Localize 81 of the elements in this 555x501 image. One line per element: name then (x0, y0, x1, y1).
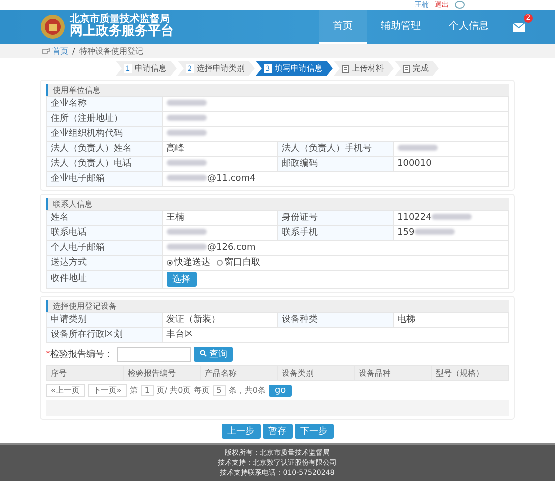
select-button[interactable]: 选择 (166, 272, 196, 287)
site-title: 网上政务服务平台 (70, 25, 174, 40)
document-icon (342, 64, 349, 72)
breadcrumb-current: 特种设备使用登记 (79, 46, 144, 56)
field-label: 收件地址 (46, 270, 162, 288)
step-button[interactable]: 上一步 (222, 424, 260, 439)
masked-text (166, 229, 206, 236)
query-button[interactable]: 查询 (194, 347, 234, 362)
field-label: 身份证号 (278, 210, 393, 226)
field-label: 企业名称 (46, 96, 162, 112)
field-value: 发证（新装） (162, 312, 278, 328)
section-title: 使用单位信息 (46, 84, 509, 96)
column-header: 产品名称 (200, 366, 278, 380)
column-header: 设备品种 (354, 366, 432, 380)
search-label: *检验报告编号： (46, 348, 114, 361)
column-header: 设备类别 (278, 366, 354, 380)
field-label: 联系电话 (46, 226, 162, 240)
nav-tab[interactable]: 首页 (319, 10, 367, 44)
field-value: 王楠 (162, 210, 278, 226)
column-header: 检验报告编号 (124, 366, 200, 380)
search-icon (200, 350, 206, 357)
field-label: 企业组织机构代码 (46, 126, 162, 142)
mail-icon[interactable] (513, 22, 525, 32)
field-value: 100010 (393, 156, 508, 172)
field-value: 电梯 (393, 312, 508, 328)
page-size-field[interactable]: 5 (212, 385, 226, 396)
report-number-field[interactable] (116, 347, 190, 362)
breadcrumb-separator: / (72, 46, 76, 56)
field-label: 邮政编码 (278, 156, 393, 172)
masked-text (166, 130, 206, 136)
masked-text (166, 115, 206, 122)
field-label: 法人（负责人）手机号 (278, 142, 393, 156)
nav-tab[interactable]: 个人信息 (435, 10, 503, 44)
field-label: 住所（注册地址） (46, 112, 162, 126)
page-text: 页/ 共0页 每页 (156, 385, 210, 396)
step-button[interactable]: 暂存 (262, 424, 292, 439)
nav-tab[interactable]: 辅助管理 (367, 10, 435, 44)
field-label: 设备所在行政区划 (46, 328, 162, 342)
masked-text (398, 145, 438, 152)
field-value: 高峰 (162, 142, 278, 156)
field-value: 110224 (393, 210, 508, 226)
step-button[interactable]: 下一步 (294, 424, 334, 439)
agency-name: 北京市质量技术监督局 (70, 14, 170, 26)
page-text: 第 (130, 385, 138, 396)
field-value: @126.com (162, 240, 508, 256)
field-value: @11.com4 (162, 172, 508, 186)
prev-page-button[interactable]: «上一页 (46, 384, 85, 397)
document-icon (403, 64, 410, 72)
breadcrumb-link[interactable]: 首页 (42, 46, 69, 56)
hand-icon (42, 48, 50, 54)
field-label: 企业电子邮箱 (46, 172, 162, 186)
field-label: 个人电子邮箱 (46, 240, 162, 256)
page-text: 条，共0条 (228, 385, 266, 396)
field-label: 送达方式 (46, 256, 162, 270)
section-title: 联系人信息 (46, 198, 509, 210)
field-label: 联系手机 (278, 226, 393, 240)
wizard-step: 完成 (395, 61, 439, 76)
wizard-step: 上传材料 (334, 61, 394, 76)
radio-option[interactable]: 快递送达 (166, 258, 210, 268)
field-label: 设备种类 (278, 312, 393, 328)
masked-text (414, 229, 455, 236)
field-label: 申请类别 (46, 312, 162, 328)
next-page-button[interactable]: 下一页» (88, 384, 127, 397)
field-label: 法人（负责人）姓名 (46, 142, 162, 156)
emblem-icon (40, 14, 66, 40)
column-header: 型号（规格） (432, 366, 508, 380)
field-value: 159 (393, 226, 508, 240)
section-title: 选择使用登记设备 (46, 300, 509, 312)
go-button[interactable]: go (268, 384, 292, 396)
field-value: 丰台区 (162, 328, 508, 342)
field-label: 法人（负责人）电话 (46, 156, 162, 172)
masked-text (166, 160, 206, 166)
masked-text (166, 175, 206, 182)
column-header: 序号 (46, 366, 124, 380)
masked-text (166, 100, 206, 106)
status-icon[interactable] (455, 1, 465, 9)
page-field[interactable]: 1 (140, 385, 154, 396)
masked-text (166, 244, 206, 250)
radio-option[interactable]: 窗口自取 (216, 258, 260, 268)
field-label: 姓名 (46, 210, 162, 226)
masked-text (432, 214, 472, 220)
